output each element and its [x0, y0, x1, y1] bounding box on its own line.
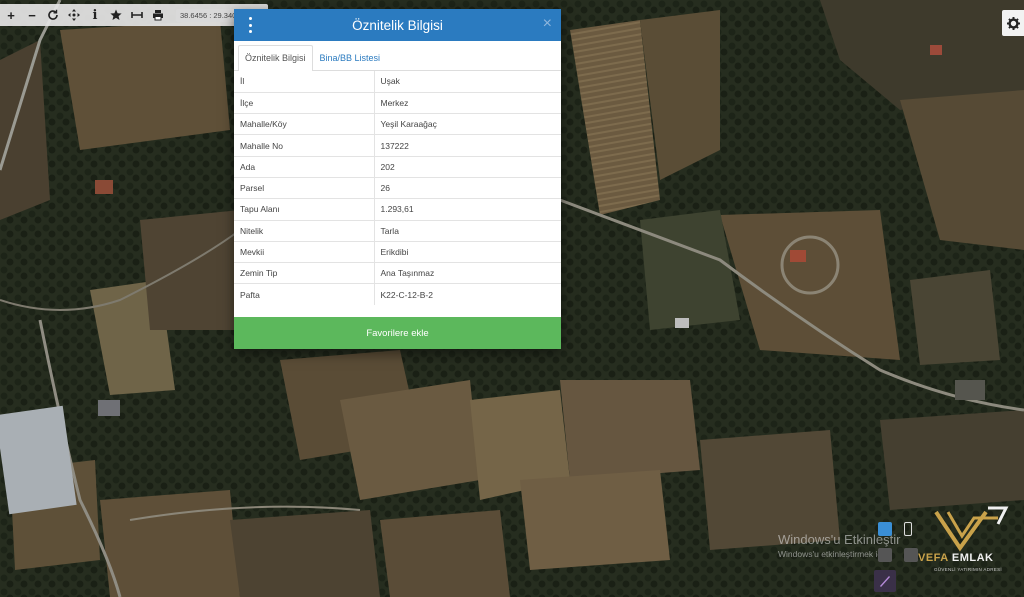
kebab-menu-icon[interactable] — [246, 17, 254, 33]
zoom-out-button[interactable]: − — [22, 5, 42, 25]
logo-tagline: GÜVENLİ YATIRIMIN ADRESİ — [934, 567, 1002, 572]
pen-icon[interactable] — [874, 570, 896, 592]
map-toolbar: + − i 38.6456 : 29.3403 — [0, 4, 268, 26]
attribute-value: Ana Taşınmaz — [374, 262, 561, 284]
attribute-key: Zemin Tip — [234, 262, 375, 284]
volume-icon[interactable] — [904, 548, 918, 562]
info-button[interactable]: i — [85, 5, 105, 25]
table-row: İlçe Merkez — [234, 91, 561, 114]
plus-icon: + — [7, 7, 15, 23]
attribute-key: Nitelik — [234, 219, 375, 242]
attribute-value: Yeşil Karaağaç — [374, 113, 561, 135]
battery-icon[interactable] — [904, 522, 912, 536]
settings-button[interactable] — [1002, 10, 1024, 36]
dialog-header: Öznitelik Bilgisi × — [234, 9, 561, 41]
star-icon — [110, 9, 122, 20]
logo-word-emlak: EMLAK — [951, 552, 994, 564]
move-icon — [68, 9, 80, 21]
pan-button[interactable] — [64, 5, 84, 25]
favorites-button[interactable] — [106, 5, 126, 25]
attribute-key: İlçe — [234, 91, 375, 114]
measure-button[interactable] — [127, 5, 147, 25]
attribute-key: İl — [234, 71, 375, 93]
attribute-value: Merkez — [374, 91, 561, 114]
attribute-value: K22-C-12-B-2 — [374, 283, 561, 306]
table-row: Mahalle No 137222 — [234, 134, 561, 157]
minus-icon: − — [28, 7, 36, 23]
attribute-key: Tapu Alanı — [234, 198, 375, 221]
table-row: Zemin Tip Ana Taşınmaz — [234, 262, 561, 284]
table-row: Tapu Alanı 1.293,61 — [234, 198, 561, 221]
table-row: Pafta K22-C-12-B-2 — [234, 283, 561, 306]
table-row: Ada 202 — [234, 155, 561, 178]
attribute-key: Ada — [234, 155, 375, 178]
add-to-favorites-button[interactable]: Favorilere ekle — [234, 317, 561, 349]
attribute-value: 26 — [374, 176, 561, 199]
attribute-value: 137222 — [374, 134, 561, 157]
attribute-key: Parsel — [234, 176, 375, 199]
measure-icon — [131, 12, 143, 18]
close-icon[interactable]: × — [543, 16, 552, 32]
attribute-value: 1.293,61 — [374, 198, 561, 221]
wifi-icon[interactable] — [878, 548, 892, 562]
tab-attribute-info[interactable]: Öznitelik Bilgisi — [238, 45, 313, 71]
table-row: İl Uşak — [234, 71, 561, 93]
refresh-icon — [48, 9, 58, 20]
attribute-key: Mahalle No — [234, 134, 375, 157]
refresh-button[interactable] — [43, 5, 63, 25]
table-row: Mevkii Erikdibi — [234, 240, 561, 263]
attribute-value: 202 — [374, 155, 561, 178]
zoom-in-button[interactable]: + — [1, 5, 21, 25]
attribute-value: Uşak — [380, 76, 400, 87]
dialog-tabs: Öznitelik Bilgisi Bina/BB Listesi — [234, 41, 561, 71]
gear-icon — [1006, 16, 1020, 30]
attribute-key: Mahalle/Köy — [234, 113, 375, 135]
dialog-title: Öznitelik Bilgisi — [352, 17, 443, 33]
attribute-value: Tarla — [374, 219, 561, 242]
logo-wordmark: VEFA EMLAK — [918, 552, 994, 564]
attribute-info-dialog: Öznitelik Bilgisi × Öznitelik Bilgisi Bi… — [234, 9, 561, 349]
print-button[interactable] — [148, 5, 168, 25]
print-icon — [153, 10, 163, 21]
attribute-key: Pafta — [234, 283, 375, 306]
attribute-value: Erikdibi — [374, 240, 561, 263]
table-row: Parsel 26 — [234, 176, 561, 199]
attribute-key: Mevkii — [234, 240, 375, 263]
logo-word-vefa: VEFA — [918, 552, 949, 564]
table-row: Nitelik Tarla — [234, 219, 561, 242]
table-row: Mahalle/Köy Yeşil Karaağaç — [234, 113, 561, 135]
attribute-table: İl Uşak İlçe Merkez Mahalle/Köy Yeşil Karaa… — [234, 71, 561, 306]
network-icon[interactable] — [878, 522, 892, 536]
tab-building-list[interactable]: Bina/BB Listesi — [313, 45, 388, 71]
info-icon: i — [92, 7, 98, 23]
